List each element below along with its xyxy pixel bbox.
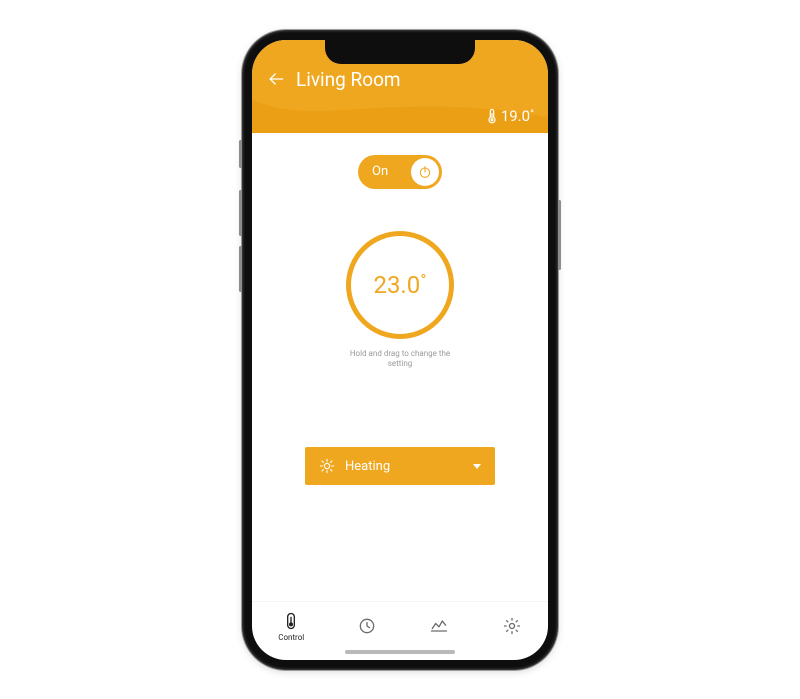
power-toggle-label: On [372,164,388,179]
power-icon [417,164,433,180]
back-button[interactable] [266,69,286,89]
current-temperature-value: 19.0 [501,107,534,125]
phone-side-button [239,140,242,168]
power-toggle[interactable]: On [358,155,442,189]
phone-side-button [239,246,242,292]
mode-dropdown[interactable]: Heating [305,447,495,485]
nav-control-label: Control [278,633,304,642]
current-temperature: 19.0 [266,107,534,125]
arrow-left-icon [266,69,286,89]
sun-icon [319,458,335,474]
phone-screen: Living Room 19.0 On [252,40,548,660]
power-toggle-knob [411,158,439,186]
page-title: Living Room [296,68,401,91]
gear-icon [502,616,522,636]
nav-control[interactable]: Control [278,611,304,642]
phone-side-button [558,200,561,270]
phone-frame: Living Room 19.0 On [242,30,558,670]
thermostat-icon [281,611,301,631]
nav-schedule[interactable] [357,616,377,636]
temperature-dial[interactable]: 23.0 [346,231,454,339]
chart-line-icon [429,616,449,636]
app-body: On 23.0 Hold and drag to change the sett… [252,133,548,602]
phone-side-button [239,190,242,236]
nav-settings[interactable] [502,616,522,636]
thermometer-icon [487,108,497,124]
dial-hint-text: Hold and drag to change the setting [340,349,460,370]
target-temperature-value: 23.0 [373,271,426,299]
home-indicator [345,650,455,654]
phone-notch [325,40,475,64]
clock-icon [357,616,377,636]
mode-dropdown-label: Heating [345,459,390,474]
chevron-down-icon [473,464,481,469]
nav-history[interactable] [429,616,449,636]
